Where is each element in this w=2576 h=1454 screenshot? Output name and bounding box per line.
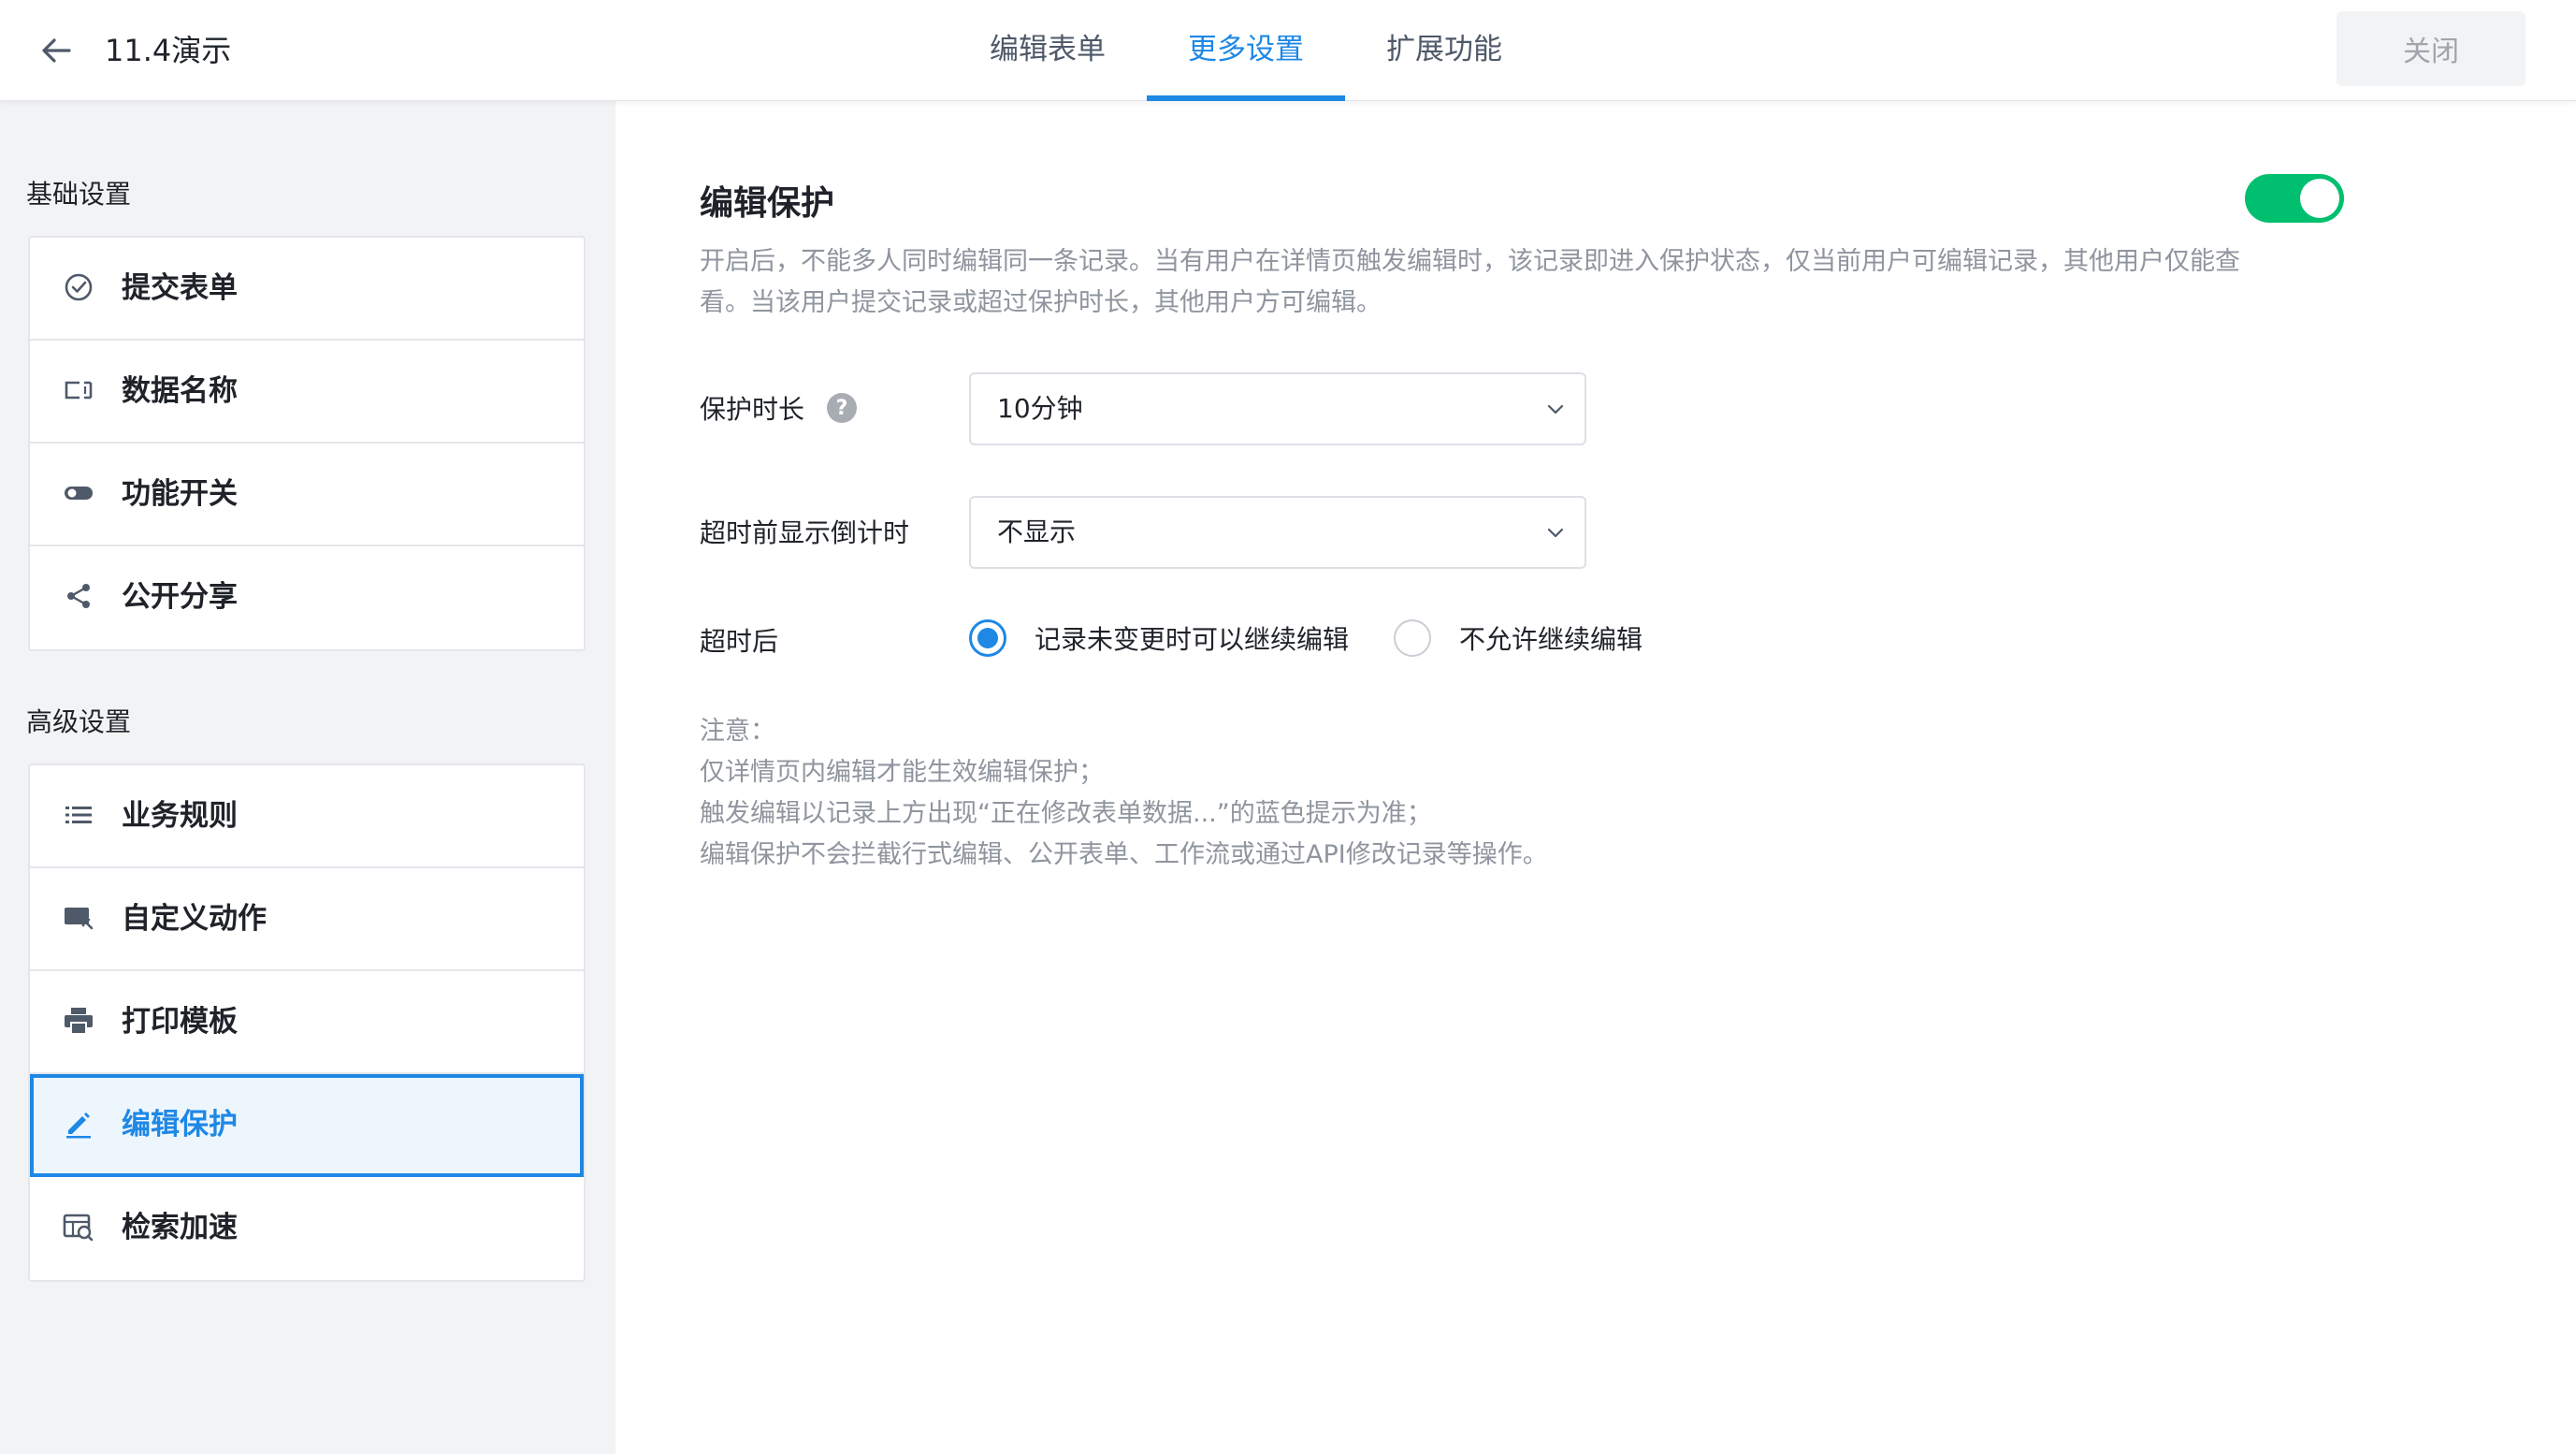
timeout-label: 超时后	[700, 619, 778, 661]
chevron-down-icon	[1541, 395, 1570, 423]
description-line: 看。当该用户提交记录或超过保护时长，其他用户方可编辑。	[700, 288, 1382, 317]
tab-bar: 编辑表单 更多设置 扩展功能	[948, 0, 1543, 101]
duration-select-value: 10分钟	[997, 393, 1083, 424]
duration-select[interactable]: 10分钟	[969, 372, 1586, 445]
settings-sidebar: 基础设置 提交表单 数据名称 功能开关 公开分享 高级设置 业务规则 自定义动作…	[0, 101, 615, 1454]
countdown-label-text: 超时前显示倒计时	[700, 517, 910, 548]
radio-continue-edit[interactable]: 记录未变更时可以继续编辑	[969, 619, 1349, 657]
arrow-left-icon	[42, 38, 71, 63]
radio-label: 不允许继续编辑	[1459, 624, 1643, 655]
note-line: 触发编辑以记录上方出现“正在修改表单数据...”的蓝色提示为准；	[700, 799, 1432, 828]
radio-button-checked[interactable]	[969, 619, 1006, 657]
share-icon	[62, 579, 95, 613]
sidebar-item-label: 数据名称	[122, 374, 238, 408]
sidebar-item-submit-form[interactable]: 提交表单	[30, 238, 584, 341]
printer-icon	[62, 1004, 95, 1038]
tab-extensions[interactable]: 扩展功能	[1345, 0, 1543, 101]
sidebar-item-label: 检索加速	[122, 1211, 238, 1244]
app-title: 11.4演示	[105, 33, 232, 68]
basic-settings-card: 提交表单 数据名称 功能开关 公开分享	[28, 236, 586, 651]
sidebar-item-label: 自定义动作	[122, 902, 267, 936]
countdown-select[interactable]: 不显示	[969, 496, 1586, 569]
pencil-icon	[62, 1107, 95, 1141]
close-button[interactable]: 关闭	[2337, 11, 2525, 86]
radio-label: 记录未变更时可以继续编辑	[1035, 624, 1350, 655]
duration-label: 保护时长 ?	[700, 387, 858, 429]
back-button[interactable]	[28, 22, 84, 79]
toggle-knob	[2300, 179, 2339, 218]
note-line: 编辑保护不会拦截行式编辑、公开表单、工作流或通过API修改记录等操作。	[700, 840, 1548, 869]
toggle-icon	[62, 476, 95, 510]
check-circle-icon	[62, 270, 95, 304]
sidebar-item-public-share[interactable]: 公开分享	[30, 546, 584, 649]
countdown-select-value: 不显示	[997, 516, 1077, 547]
notes-title: 注意：	[700, 717, 775, 746]
notes-block: 注意： 仅详情页内编辑才能生效编辑保护； 触发编辑以记录上方出现“正在修改表单数…	[700, 711, 1548, 876]
tab-edit-form[interactable]: 编辑表单	[948, 0, 1147, 101]
chevron-down-icon	[1541, 518, 1570, 546]
sidebar-item-label: 打印模板	[122, 1005, 238, 1039]
sidebar-item-custom-action[interactable]: 自定义动作	[30, 868, 584, 971]
edit-protection-toggle[interactable]	[2245, 174, 2344, 223]
feature-description: 开启后，不能多人同时编辑同一条记录。当有用户在详情页触发编辑时，该记录即进入保护…	[700, 241, 2355, 324]
radio-button-unchecked[interactable]	[1394, 619, 1431, 657]
sidebar-item-label: 业务规则	[122, 799, 238, 833]
sidebar-item-search-accelerate[interactable]: 检索加速	[30, 1177, 584, 1280]
page-title: 编辑保护	[700, 184, 835, 223]
sidebar-item-print-template[interactable]: 打印模板	[30, 971, 584, 1074]
radio-disallow-edit[interactable]: 不允许继续编辑	[1394, 619, 1643, 657]
sidebar-item-feature-switch[interactable]: 功能开关	[30, 443, 584, 546]
question-mark-icon[interactable]: ?	[827, 393, 858, 423]
sidebar-item-business-rules[interactable]: 业务规则	[30, 765, 584, 868]
settings-panel: 编辑保护 开启后，不能多人同时编辑同一条记录。当有用户在详情页触发编辑时，该记录…	[615, 101, 2576, 1454]
sidebar-item-label: 功能开关	[122, 477, 238, 511]
note-line: 仅详情页内编辑才能生效编辑保护；	[700, 758, 1104, 787]
list-icon	[62, 798, 95, 832]
sidebar-item-edit-protection[interactable]: 编辑保护	[30, 1074, 584, 1177]
sidebar-item-label: 公开分享	[122, 580, 238, 614]
search-accelerate-icon	[62, 1210, 95, 1243]
description-line: 开启后，不能多人同时编辑同一条记录。当有用户在详情页触发编辑时，该记录即进入保护…	[700, 247, 2240, 276]
top-bar: 11.4演示 编辑表单 更多设置 扩展功能 关闭	[0, 0, 2576, 101]
sidebar-item-label: 编辑保护	[122, 1108, 238, 1141]
sidebar-item-label: 提交表单	[122, 271, 238, 305]
timeout-label-text: 超时后	[700, 626, 779, 657]
duration-label-text: 保护时长	[700, 394, 805, 425]
rename-icon	[62, 373, 95, 407]
tab-more-settings[interactable]: 更多设置	[1147, 0, 1345, 101]
countdown-label: 超时前显示倒计时	[700, 511, 909, 552]
advanced-settings-card: 业务规则 自定义动作 打印模板 编辑保护 检索加速	[28, 763, 586, 1282]
basic-settings-title: 基础设置	[26, 179, 132, 210]
advanced-settings-title: 高级设置	[26, 706, 132, 737]
custom-action-icon	[62, 901, 95, 935]
sidebar-item-data-name[interactable]: 数据名称	[30, 341, 584, 443]
